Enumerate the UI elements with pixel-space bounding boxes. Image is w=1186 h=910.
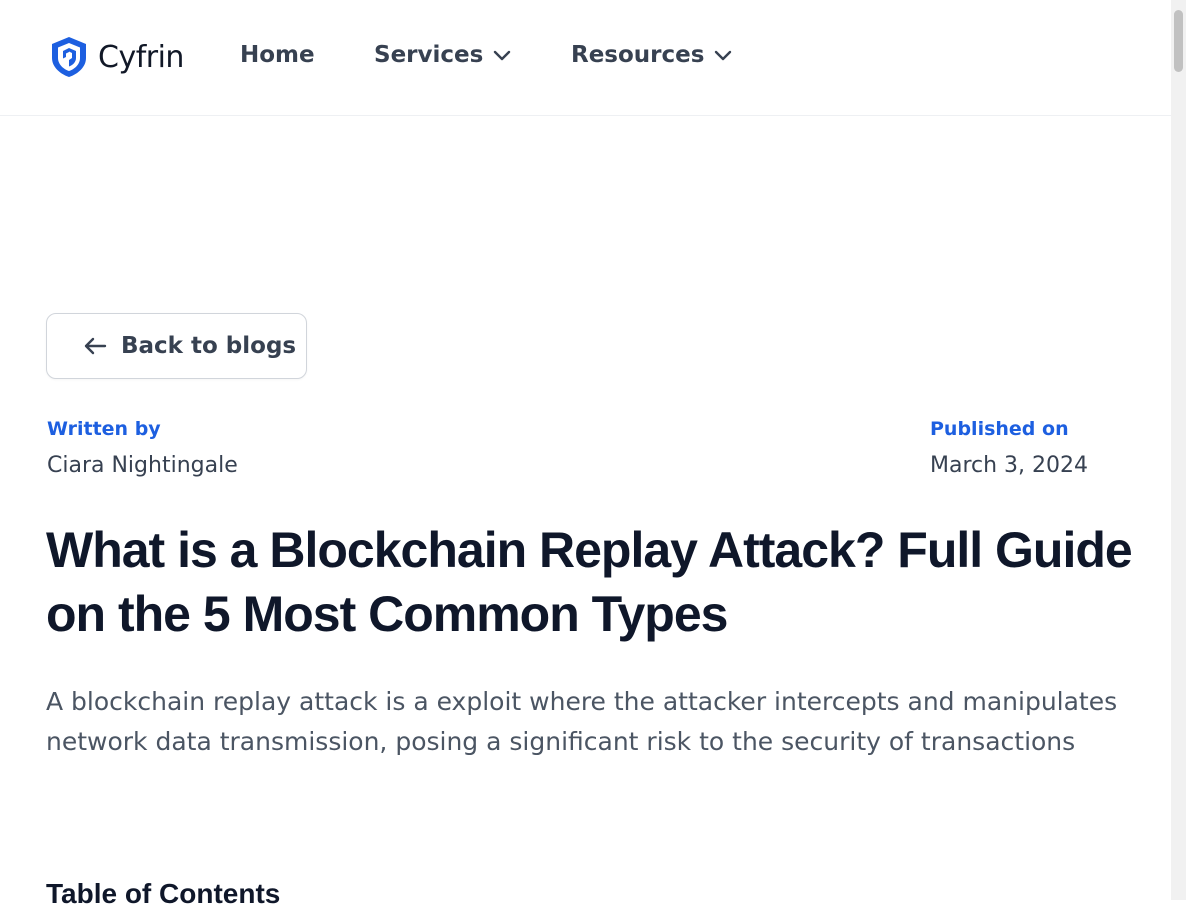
chevron-down-icon bbox=[494, 50, 511, 60]
article-title: What is a Blockchain Replay Attack? Full… bbox=[46, 522, 1133, 642]
author-name: Ciara Nightingale bbox=[47, 453, 238, 478]
toc-heading: Table of Contents bbox=[46, 878, 281, 909]
author-label: Written by bbox=[47, 418, 161, 440]
nav-home[interactable]: Home bbox=[240, 42, 315, 68]
nav-services-label: Services bbox=[374, 42, 484, 68]
nav-home-label: Home bbox=[240, 42, 315, 68]
shield-logo-icon bbox=[52, 37, 86, 77]
back-to-blogs-button[interactable]: Back to blogs bbox=[46, 313, 307, 379]
nav-resources-label: Resources bbox=[571, 42, 705, 68]
chevron-down-icon bbox=[715, 50, 732, 60]
article-intro: A blockchain replay attack is a exploit … bbox=[46, 687, 1118, 756]
arrow-left-icon bbox=[84, 337, 107, 355]
site-header: Cyfrin Home Services Resources bbox=[0, 0, 1171, 116]
nav-resources[interactable]: Resources bbox=[571, 42, 732, 68]
brand-name: Cyfrin bbox=[98, 39, 184, 75]
page-scrollbar[interactable] bbox=[1171, 0, 1186, 900]
scrollbar-thumb[interactable] bbox=[1174, 10, 1183, 72]
brand-logo[interactable]: Cyfrin bbox=[50, 36, 184, 78]
published-label: Published on bbox=[930, 418, 1069, 440]
published-date: March 3, 2024 bbox=[930, 453, 1089, 478]
nav-services[interactable]: Services bbox=[374, 42, 511, 68]
back-button-label: Back to blogs bbox=[121, 333, 297, 359]
